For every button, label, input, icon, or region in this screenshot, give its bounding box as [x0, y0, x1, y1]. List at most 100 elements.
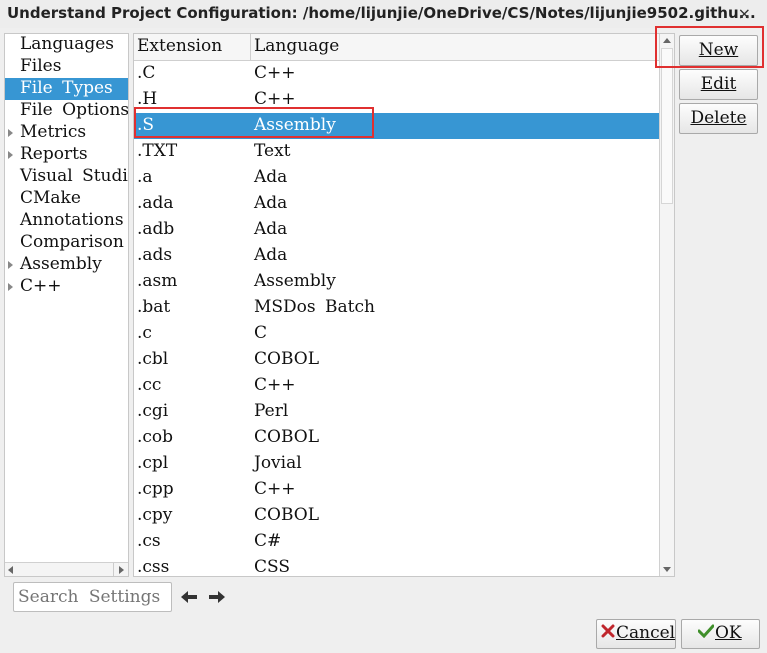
sidebar-item-label: Annotations [20, 210, 124, 230]
extension-cell: .adb [137, 219, 175, 239]
expand-arrow-icon[interactable] [8, 151, 13, 159]
table-row[interactable]: .asm Assembly [134, 269, 660, 295]
cancel-button-label: Cancel [616, 623, 676, 643]
table-row[interactable]: .a Ada [134, 165, 660, 191]
sidebar-item-label: Comparison [20, 232, 124, 252]
scroll-down-icon[interactable] [663, 567, 671, 572]
sidebar-item-label: Languages [20, 34, 115, 54]
sidebar-item[interactable]: File Types [5, 78, 128, 100]
language-cell: C [254, 323, 268, 343]
sidebar-item[interactable]: File Options [5, 100, 128, 122]
sidebar-item-label: Reports [20, 144, 88, 164]
table-row[interactable]: .TXT Text [134, 139, 660, 165]
table-row[interactable]: .cpl Jovial [134, 451, 660, 477]
language-cell: Assembly [254, 271, 336, 291]
scroll-up-icon[interactable] [663, 38, 671, 43]
extension-cell: .c [137, 323, 152, 343]
arrow-right-icon[interactable] [208, 589, 226, 605]
table-row[interactable]: .S Assembly [134, 113, 660, 139]
column-header-extension[interactable]: Extension [134, 34, 251, 60]
sidebar-item-label: Assembly [20, 254, 102, 274]
table-row[interactable]: .ads Ada [134, 243, 660, 269]
sidebar-item[interactable]: Annotations [5, 210, 128, 232]
scrollbar-divider [113, 563, 114, 576]
table-row[interactable]: .cc C++ [134, 373, 660, 399]
language-cell: COBOL [254, 427, 319, 447]
sidebar-item[interactable]: Assembly [5, 254, 128, 276]
extension-cell: .asm [137, 271, 178, 291]
expand-arrow-icon[interactable] [8, 283, 13, 291]
sidebar-item[interactable]: Languages [5, 34, 128, 56]
language-cell: Assembly [254, 115, 336, 135]
extension-cell: .TXT [137, 141, 178, 161]
table-row[interactable]: .ada Ada [134, 191, 660, 217]
window-title: Understand Project Configuration: /home/… [7, 4, 756, 22]
column-header-language[interactable]: Language [251, 34, 660, 60]
new-button-label: New [698, 40, 739, 60]
table-header: Extension Language [134, 34, 660, 61]
sidebar-item[interactable]: Metrics [5, 122, 128, 144]
table-row[interactable]: .bat MSDos Batch [134, 295, 660, 321]
table-row[interactable]: .cob COBOL [134, 425, 660, 451]
language-cell: C++ [254, 63, 296, 83]
close-icon[interactable]: × [738, 1, 751, 27]
table-row[interactable]: .c C [134, 321, 660, 347]
sidebar-item[interactable]: C++ [5, 276, 128, 298]
file-types-table: Extension Language .C C++ .H C++ .S Assembly.… [133, 33, 675, 577]
language-cell: CSS [254, 557, 291, 577]
scroll-left-icon[interactable] [8, 566, 13, 574]
sidebar-item-label: Files [20, 56, 62, 76]
language-cell: COBOL [254, 505, 319, 525]
sidebar-item[interactable]: Files [5, 56, 128, 78]
extension-cell: .H [137, 89, 158, 109]
sidebar-item[interactable]: Visual Studio [5, 166, 128, 188]
table-vertical-scrollbar[interactable] [659, 34, 674, 576]
expand-arrow-icon[interactable] [8, 261, 13, 269]
ok-button[interactable]: OK [681, 619, 760, 649]
table-row[interactable]: .cgi Perl [134, 399, 660, 425]
expand-arrow-icon[interactable] [8, 129, 13, 137]
settings-category-list: Languages Files File Types File Options Metr… [4, 33, 129, 577]
delete-button[interactable]: Delete [679, 103, 758, 134]
window-titlebar: Understand Project Configuration: /home/… [0, 0, 767, 28]
table-row[interactable]: .cpp C++ [134, 477, 660, 503]
search-settings-input[interactable] [13, 582, 172, 612]
language-cell: Ada [254, 193, 288, 213]
sidebar-horizontal-scrollbar[interactable] [5, 562, 128, 576]
extension-cell: .bat [137, 297, 171, 317]
table-row[interactable]: .cpy COBOL [134, 503, 660, 529]
new-button[interactable]: New [679, 35, 758, 66]
table-row[interactable]: .cbl COBOL [134, 347, 660, 373]
table-row[interactable]: .C C++ [134, 61, 660, 87]
sidebar-item-label: File Types [20, 78, 113, 98]
cancel-button[interactable]: Cancel [596, 619, 676, 649]
language-cell: C++ [254, 479, 296, 499]
arrow-left-icon[interactable] [180, 589, 198, 605]
extension-cell: .S [137, 115, 155, 135]
sidebar-item[interactable]: Comparison [5, 232, 128, 254]
scrollbar-thumb[interactable] [661, 48, 673, 204]
table-row[interactable]: .css CSS [134, 555, 660, 577]
ok-button-label: OK [715, 623, 742, 643]
extension-cell: .cgi [137, 401, 169, 421]
table-row[interactable]: .cs C# [134, 529, 660, 555]
extension-cell: .cc [137, 375, 162, 395]
scroll-right-icon[interactable] [119, 566, 124, 574]
language-cell: C# [254, 531, 282, 551]
language-cell: Ada [254, 167, 288, 187]
extension-cell: .cpy [137, 505, 173, 525]
sidebar-item-label: Metrics [20, 122, 87, 142]
extension-cell: .cpp [137, 479, 174, 499]
language-cell: C++ [254, 89, 296, 109]
delete-button-label: Delete [690, 108, 747, 128]
sidebar-item-label: CMake [20, 188, 81, 208]
edit-button[interactable]: Edit [679, 69, 758, 100]
table-row[interactable]: .adb Ada [134, 217, 660, 243]
extension-cell: .cpl [137, 453, 169, 473]
table-row[interactable]: .H C++ [134, 87, 660, 113]
language-cell: Text [254, 141, 291, 161]
extension-cell: .cs [137, 531, 161, 551]
sidebar-item[interactable]: Reports [5, 144, 128, 166]
extension-cell: .ada [137, 193, 174, 213]
sidebar-item[interactable]: CMake [5, 188, 128, 210]
